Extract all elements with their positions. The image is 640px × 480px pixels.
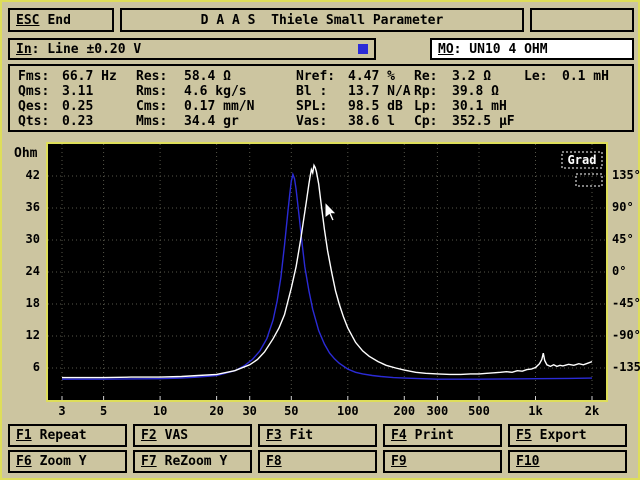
y-tick-label-ohm: 18 [25,296,40,310]
fkey-f6-button[interactable]: F6 Zoom Y [8,450,127,473]
x-tick-label: 500 [468,404,490,418]
x-tick-label: 300 [426,404,449,418]
x-tick-label: 30 [242,404,257,418]
fkey-f4-button[interactable]: F4 Print [383,424,502,447]
fkey-hotkey: F4 [391,428,407,443]
y-tick-label-ohm: 42 [25,168,40,182]
fkey-f9-button[interactable]: F9 [383,450,502,473]
grad-legend: Grad [561,151,603,187]
y-tick-label-grad: 45° [612,232,634,246]
y-tick-label-grad: -45° [612,296,640,310]
y-tick-label-ohm: 36 [25,200,40,214]
fkey-f7-button[interactable]: F7 ReZoom Y [133,450,252,473]
fkey-hotkey: F5 [516,428,532,443]
daas-screen: ESC End D A A S Thiele Small Parameter In… [0,0,640,480]
fkey-label: Zoom Y [39,454,87,469]
fkey-f10-button[interactable]: F10 [508,450,627,473]
fkey-hotkey: F1 [16,428,32,443]
y-tick-label-ohm: 12 [25,328,40,342]
y-tick-label-grad: -90° [612,328,640,342]
fkey-hotkey: F6 [16,454,32,469]
fkey-hotkey: F7 [141,454,157,469]
fkey-label: VAS [164,428,189,443]
mouse-cursor [324,200,338,222]
fkey-label: Repeat [39,428,87,443]
fkey-label: Print [414,428,454,443]
y-tick-label-ohm: 6 [32,360,40,374]
fkey-f8-button[interactable]: F8 [258,450,377,473]
fkey-hotkey: F8 [266,454,282,469]
y-tick-label-ohm: 30 [25,232,40,246]
fkey-label: Fit [289,428,314,443]
grad-legend-text: Grad [568,153,597,167]
fkey-f2-button[interactable]: F2 VAS [133,424,252,447]
y-tick-label-grad: 0° [612,264,627,278]
y-tick-label-grad: -135° [612,360,640,374]
fkey-hotkey: F3 [266,428,282,443]
x-tick-label: 5 [100,404,108,418]
y-axis-left-unit-label: Ohm [14,146,38,161]
fkey-f3-button[interactable]: F3 Fit [258,424,377,447]
impedance-plot[interactable]: Grad [48,144,606,400]
chart-area: Ohm Grad 3 5 10 20 30 50 100 200 300 500 1k 2k 42 135… [2,2,640,478]
fkey-hotkey: F10 [516,454,540,469]
fkey-f5-button[interactable]: F5 Export [508,424,627,447]
x-tick-label: 3 [58,404,66,418]
fkey-f1-button[interactable]: F1 Repeat [8,424,127,447]
y-tick-label-ohm: 24 [25,264,40,278]
x-tick-label: 2k [584,404,600,418]
x-tick-label: 50 [284,404,299,418]
y-tick-label-grad: 90° [612,200,634,214]
impedance-curve [62,163,593,379]
x-tick-label: 10 [152,404,168,418]
fkey-label: ReZoom Y [164,454,228,469]
fkey-hotkey: F9 [391,454,407,469]
fkey-label: Export [539,428,587,443]
y-tick-label-grad: 135° [612,168,640,182]
x-tick-label: 100 [336,404,359,418]
plot-frame: Grad [46,142,608,402]
x-tick-label: 1k [528,404,543,418]
fkey-hotkey: F2 [141,428,157,443]
